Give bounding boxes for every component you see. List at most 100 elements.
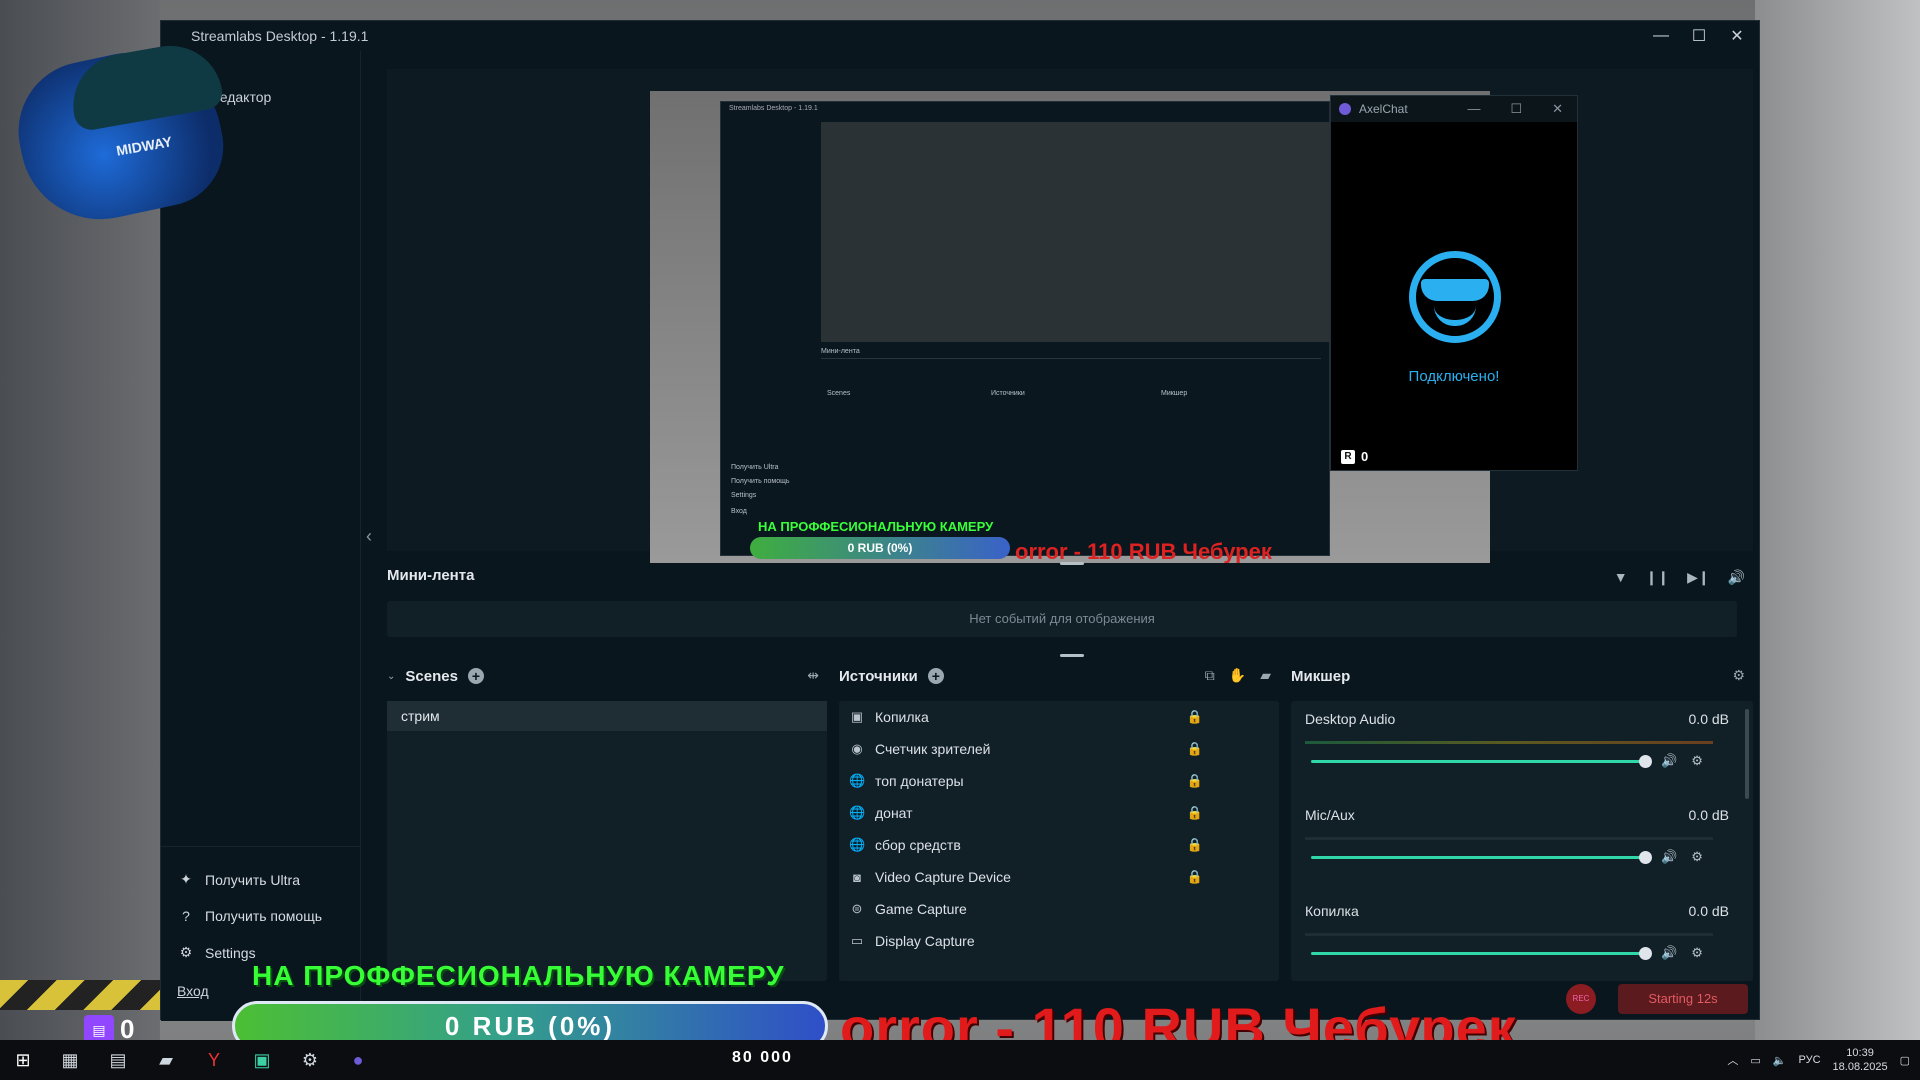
source-label: сбор средств — [875, 837, 961, 853]
channel-name: Копилка — [1305, 903, 1359, 919]
mixer-list: Desktop Audio 0.0 dB 🔊 ⚙ Mic/Aux 0.0 dB 🔊 ⚙ … — [1291, 701, 1753, 981]
resize-handle[interactable] — [1060, 562, 1084, 565]
lock-icon[interactable]: 🔒 — [1187, 709, 1203, 725]
titlebar: Streamlabs Desktop - 1.19.1 — ☐ ✕ — [161, 21, 1759, 51]
mixer-header: Микшер — [1291, 661, 1753, 691]
telegram-icon[interactable]: ▣ — [238, 1040, 286, 1080]
windows-start-icon[interactable]: ⊞ — [0, 1050, 46, 1071]
chevron-down-icon[interactable]: ⌄ — [387, 671, 395, 682]
scene-transition-icon[interactable]: ⇹ — [807, 667, 819, 684]
go-live-status[interactable]: Starting 12s — [1618, 984, 1748, 1014]
sources-list: ▣ Копилка 🔒 ◉ Счетчик зрителей 🔒 🌐 топ донате… — [839, 701, 1279, 981]
volume-icon[interactable]: 🔈 — [1773, 1054, 1787, 1067]
filter-icon[interactable]: ▼ — [1614, 569, 1628, 586]
folder-icon[interactable]: ▰ — [1260, 667, 1271, 684]
mini-feed: Мини-лента ▼ ❙❙ ▶❙ 🔊 Нет событий для ото… — [387, 567, 1753, 667]
preview-label: Получить помощь — [731, 478, 790, 485]
source-properties-icon[interactable]: ✋ — [1229, 667, 1246, 684]
ultra-icon: ✦ — [180, 871, 192, 887]
lock-icon[interactable]: 🔒 — [1187, 837, 1203, 853]
gear-icon[interactable]: ⚙ — [1691, 849, 1703, 865]
lock-icon[interactable]: 🔒 — [1187, 869, 1203, 885]
network-icon[interactable]: ▭ — [1750, 1054, 1760, 1067]
level-meter — [1305, 741, 1713, 744]
volume-icon[interactable]: 🔊 — [1661, 849, 1677, 865]
volume-icon[interactable]: 🔊 — [1661, 945, 1677, 961]
skip-icon[interactable]: ▶❙ — [1687, 569, 1710, 586]
channel-level: 0.0 dB — [1688, 711, 1729, 727]
volume-icon[interactable]: 🔊 — [1728, 569, 1745, 586]
add-group-icon[interactable]: ⧉ — [1205, 667, 1215, 684]
source-item[interactable]: ▣ Копилка 🔒 — [839, 701, 1279, 733]
preview-divider — [821, 358, 1321, 359]
minimize-button[interactable]: — — [1649, 27, 1673, 45]
yandex-icon[interactable]: Y — [190, 1040, 238, 1080]
gear-icon[interactable]: ⚙ — [1691, 945, 1703, 961]
minimize-button[interactable]: — — [1467, 101, 1480, 117]
help-icon: ? — [182, 908, 190, 924]
source-item[interactable]: 🌐 топ донатеры 🔒 — [839, 765, 1279, 797]
gear-icon[interactable]: ⚙ — [1732, 667, 1745, 684]
volume-icon[interactable]: 🔊 — [1661, 753, 1677, 769]
gear-icon[interactable]: ⚙ — [286, 1040, 334, 1080]
folder-icon[interactable]: ▰ — [142, 1040, 190, 1080]
source-item[interactable]: ◉ Счетчик зрителей 🔒 — [839, 733, 1279, 765]
gear-icon[interactable]: ⚙ — [1691, 753, 1703, 769]
preview-goal-title: НА ПРОФФЕСИОНАЛЬНУЮ КАМЕРУ — [758, 519, 994, 534]
preview-goal-bar: 0 RUB (0%) — [750, 537, 1010, 559]
volume-slider[interactable] — [1311, 755, 1652, 768]
scene-item[interactable]: стрим — [387, 701, 827, 731]
lock-icon[interactable]: 🔒 — [1187, 805, 1203, 821]
channel-level: 0.0 dB — [1688, 903, 1729, 919]
source-item[interactable]: 🌐 донат 🔒 — [839, 797, 1279, 829]
clock[interactable]: 10:39 18.08.2025 — [1833, 1046, 1888, 1074]
sidebar-item-help[interactable]: ? Получить помощь — [161, 898, 361, 934]
maximize-button[interactable]: ☐ — [1687, 26, 1711, 46]
resize-handle[interactable] — [1060, 654, 1084, 657]
source-item[interactable]: 🌐 сбор средств 🔒 — [839, 829, 1279, 861]
preview-ticker: orror - 110 RUB Чебурек — [1015, 539, 1272, 563]
chevron-up-icon[interactable]: ︿ — [1727, 1052, 1738, 1068]
scenes-title: Scenes — [405, 667, 458, 685]
sidebar-item-ultra[interactable]: ✦ Получить Ultra — [161, 861, 361, 898]
volume-knob[interactable] — [1639, 755, 1652, 768]
volume-slider[interactable] — [1311, 851, 1652, 864]
axelchat-viewers: R 0 — [1341, 449, 1368, 464]
rec-button[interactable]: REC — [1566, 984, 1596, 1014]
maximize-button[interactable]: ☐ — [1510, 101, 1522, 117]
channel-name: Desktop Audio — [1305, 711, 1396, 727]
volume-slider[interactable] — [1311, 947, 1652, 960]
add-scene-button[interactable]: + — [467, 668, 484, 684]
notepad-icon[interactable]: ▤ — [94, 1040, 142, 1080]
pause-icon[interactable]: ❙❙ — [1646, 569, 1669, 586]
source-item[interactable]: ⊜ Game Capture — [839, 893, 1279, 925]
axelchat-titlebar: AxelChat — ☐ ✕ — [1331, 96, 1577, 122]
volume-knob[interactable] — [1639, 851, 1652, 864]
lock-icon[interactable]: 🔒 — [1187, 773, 1203, 789]
collapse-sidebar-icon[interactable]: ‹ — [366, 526, 372, 547]
volume-knob[interactable] — [1639, 947, 1652, 960]
scenes-list: стрим — [387, 701, 827, 981]
close-button[interactable]: ✕ — [1725, 26, 1749, 46]
source-item[interactable]: ▭ Display Capture — [839, 925, 1279, 957]
source-label: топ донатеры — [875, 773, 964, 789]
preview-label: Scenes — [827, 390, 851, 397]
language-indicator[interactable]: РУС — [1799, 1054, 1821, 1066]
preview-label: Источники — [991, 390, 1025, 397]
add-source-button[interactable]: + — [927, 668, 944, 684]
source-item[interactable]: ◙ Video Capture Device 🔒 — [839, 861, 1279, 893]
gear-icon: ⚙ — [179, 944, 193, 960]
window-controls: — ☐ ✕ — [1649, 21, 1749, 51]
viewer-count: 0 — [1361, 449, 1369, 464]
scenes-header: ⌄ Scenes + — [387, 661, 827, 691]
axelchat-icon[interactable]: ● — [334, 1040, 382, 1080]
taskbar: ⊞ ▦ ▤ ▰ Y ▣ ⚙ ● 80 000 ︿ ▭ 🔈 РУС 10:39 1… — [0, 1040, 1920, 1080]
notifications-icon[interactable]: ▢ — [1900, 1054, 1910, 1067]
preview-label: Мини-лента — [821, 348, 860, 355]
lock-icon[interactable]: 🔒 — [1187, 741, 1203, 757]
close-button[interactable]: ✕ — [1552, 101, 1563, 117]
webcam-overlay: MIDWAY — [0, 0, 240, 250]
file-explorer-icon[interactable]: ▦ — [46, 1040, 94, 1080]
mini-feed-tools: ▼ ❙❙ ▶❙ 🔊 — [1614, 569, 1745, 586]
clock-date: 18.08.2025 — [1832, 1061, 1888, 1073]
